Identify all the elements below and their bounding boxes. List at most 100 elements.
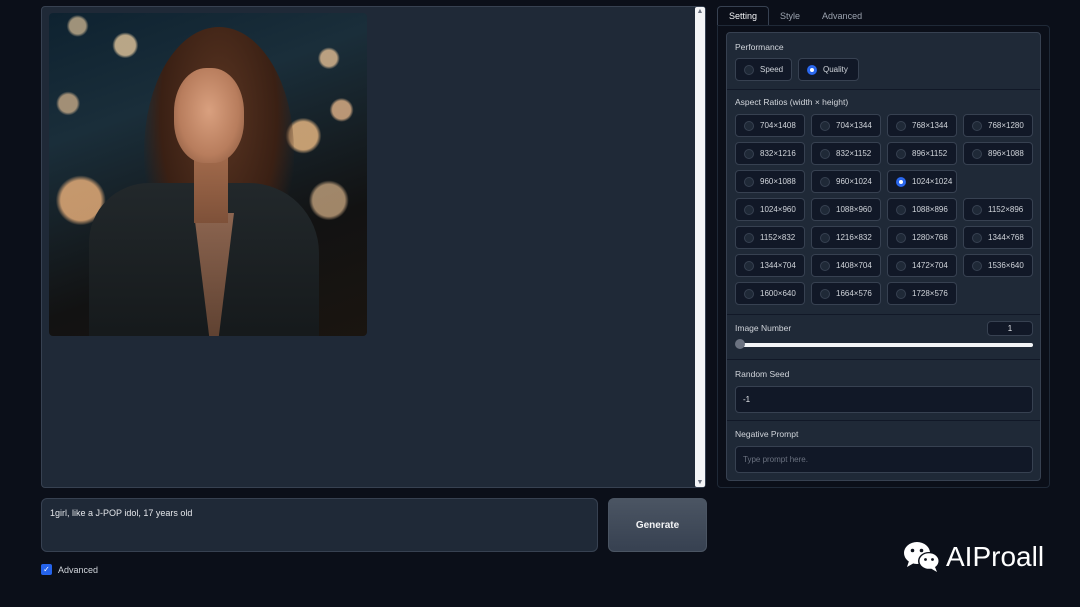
radio-icon — [972, 232, 982, 243]
aspect-ratio-option[interactable]: 1152×832 — [735, 226, 805, 249]
aspect-ratio-option[interactable]: 1344×768 — [963, 226, 1033, 249]
aspect-ratio-label: 704×1344 — [836, 121, 872, 130]
aspect-ratio-label: 832×1216 — [760, 149, 796, 158]
aspect-ratio-label: 1600×640 — [760, 289, 796, 298]
watermark: AIProall — [902, 540, 1044, 574]
aspect-ratio-option[interactable]: 704×1344 — [811, 114, 881, 137]
aspect-ratio-label: 1472×704 — [912, 261, 948, 270]
watermark-text: AIProall — [946, 541, 1045, 572]
aspect-ratio-option[interactable]: 896×1152 — [887, 142, 957, 165]
aspect-ratio-option[interactable]: 960×1024 — [811, 170, 881, 193]
radio-icon — [744, 64, 754, 75]
aspect-ratio-option[interactable]: 704×1408 — [735, 114, 805, 137]
aspect-ratio-label: 1280×768 — [912, 233, 948, 242]
gallery-scrollbar[interactable]: ▲ ▼ — [695, 7, 705, 487]
radio-icon — [744, 148, 754, 159]
image-number-slider-thumb[interactable] — [735, 339, 745, 349]
aspect-ratio-label: 1664×576 — [836, 289, 872, 298]
scroll-down-icon[interactable]: ▼ — [696, 479, 704, 486]
performance-speed[interactable]: Speed — [735, 58, 792, 81]
radio-icon — [820, 232, 830, 243]
aspect-ratio-option[interactable]: 1088×896 — [887, 198, 957, 221]
tab-advanced[interactable]: Advanced — [811, 6, 873, 26]
aspect-ratio-option[interactable]: 768×1344 — [887, 114, 957, 137]
aspect-ratio-label: 768×1280 — [988, 121, 1024, 130]
prompt-input[interactable]: 1girl, like a J-POP idol, 17 years old — [41, 498, 598, 552]
radio-icon — [820, 148, 830, 159]
aspect-ratio-label: 832×1152 — [836, 149, 872, 158]
aspect-ratio-option[interactable]: 960×1088 — [735, 170, 805, 193]
aspect-ratio-option[interactable]: 832×1216 — [735, 142, 805, 165]
tab-style[interactable]: Style — [769, 6, 811, 26]
advanced-checkbox[interactable]: ✓ Advanced — [41, 564, 98, 575]
negative-prompt-input[interactable]: Type prompt here. — [735, 446, 1033, 473]
aspect-ratio-option[interactable]: 768×1280 — [963, 114, 1033, 137]
divider — [727, 314, 1040, 315]
checkmark-icon[interactable]: ✓ — [41, 564, 52, 575]
radio-icon — [820, 120, 830, 131]
aspect-ratio-option[interactable]: 1024×960 — [735, 198, 805, 221]
aspect-ratio-option[interactable]: 1344×704 — [735, 254, 805, 277]
image-number-slider[interactable] — [737, 343, 1033, 347]
radio-icon — [820, 176, 830, 187]
radio-icon — [820, 288, 830, 299]
wechat-icon — [904, 542, 940, 572]
aspect-ratio-option[interactable]: 1600×640 — [735, 282, 805, 305]
aspect-ratio-option[interactable]: 1152×896 — [963, 198, 1033, 221]
aspect-ratio-option[interactable]: 1408×704 — [811, 254, 881, 277]
radio-icon — [896, 288, 906, 299]
aspect-ratio-option[interactable]: 1280×768 — [887, 226, 957, 249]
scroll-up-icon[interactable]: ▲ — [696, 8, 704, 15]
random-seed-input[interactable]: -1 — [735, 386, 1033, 413]
radio-icon — [820, 204, 830, 215]
aspect-ratio-option[interactable]: 1728×576 — [887, 282, 957, 305]
radio-icon — [744, 260, 754, 271]
aspect-ratio-label: 704×1408 — [760, 121, 796, 130]
aspect-ratio-label: 1216×832 — [836, 233, 872, 242]
image-number-input[interactable]: 1 — [987, 321, 1033, 336]
divider — [727, 420, 1040, 421]
radio-icon — [744, 204, 754, 215]
negative-prompt-label: Negative Prompt — [735, 429, 799, 439]
aspect-ratio-option[interactable]: 1472×704 — [887, 254, 957, 277]
aspect-ratio-label: 896×1088 — [988, 149, 1024, 158]
aspect-ratio-label: 1024×1024 — [912, 177, 953, 186]
radio-icon — [896, 204, 906, 215]
divider — [727, 359, 1040, 360]
radio-icon — [896, 232, 906, 243]
aspect-ratio-label: 1728×576 — [912, 289, 948, 298]
radio-selected-icon — [896, 176, 906, 187]
aspect-ratio-option[interactable]: 1664×576 — [811, 282, 881, 305]
aspect-ratio-option[interactable]: 896×1088 — [963, 142, 1033, 165]
aspect-ratio-label: 896×1152 — [912, 149, 948, 158]
aspect-ratio-option[interactable]: 1536×640 — [963, 254, 1033, 277]
radio-icon — [744, 176, 754, 187]
generated-image[interactable] — [49, 13, 367, 336]
aspect-ratio-label: 1088×960 — [836, 205, 872, 214]
advanced-label: Advanced — [58, 564, 99, 575]
aspect-ratio-option[interactable]: 1088×960 — [811, 198, 881, 221]
aspect-ratio-label: 1088×896 — [912, 205, 948, 214]
aspect-ratio-option[interactable]: 1216×832 — [811, 226, 881, 249]
aspect-ratio-label: 1408×704 — [836, 261, 872, 270]
radio-icon — [972, 204, 982, 215]
aspect-ratio-label: 960×1088 — [760, 177, 796, 186]
performance-quality-label: Quality — [823, 65, 848, 74]
performance-quality[interactable]: Quality — [798, 58, 859, 81]
aspect-ratios-label: Aspect Ratios (width × height) — [735, 97, 849, 107]
settings-tabs: Setting Style Advanced — [717, 6, 873, 26]
image-number-label: Image Number — [735, 323, 792, 333]
tab-setting[interactable]: Setting — [717, 6, 770, 26]
divider — [727, 89, 1040, 90]
aspect-ratio-label: 1344×704 — [760, 261, 796, 270]
radio-icon — [744, 232, 754, 243]
aspect-ratio-label: 1344×768 — [988, 233, 1024, 242]
generate-button[interactable]: Generate — [608, 498, 707, 552]
aspect-ratio-option[interactable]: 832×1152 — [811, 142, 881, 165]
aspect-ratio-label: 1152×896 — [988, 205, 1024, 214]
aspect-ratio-label: 1536×640 — [988, 261, 1024, 270]
radio-icon — [896, 120, 906, 131]
aspect-ratio-option[interactable]: 1024×1024 — [887, 170, 957, 193]
radio-icon — [820, 260, 830, 271]
performance-speed-label: Speed — [760, 65, 784, 74]
